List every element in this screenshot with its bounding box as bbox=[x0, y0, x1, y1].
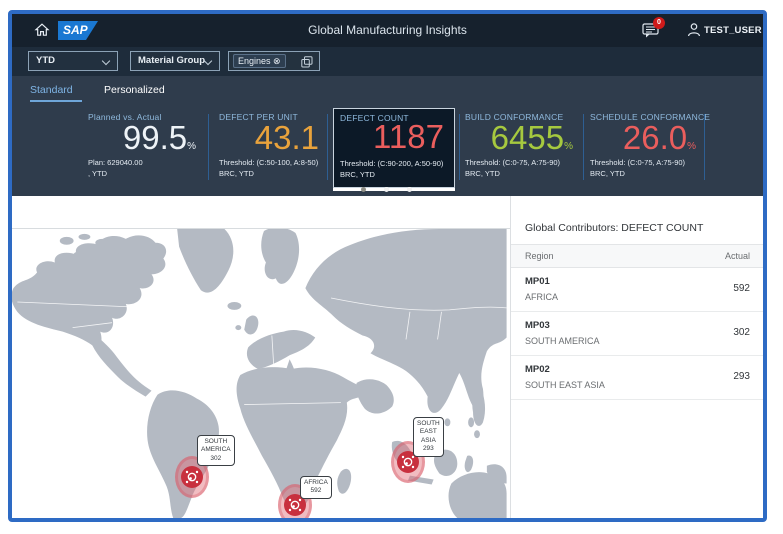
token-input-field[interactable]: Engines ⊗ bbox=[228, 51, 320, 71]
kpi-subline2: BRC, YTD bbox=[465, 169, 500, 178]
kpi-value: 6455 bbox=[491, 119, 564, 156]
tile-divider bbox=[459, 114, 460, 180]
contributors-panel: Global Contributors: DEFECT COUNT Region… bbox=[510, 196, 763, 518]
carousel-dots bbox=[361, 187, 421, 193]
period-value: YTD bbox=[36, 52, 55, 70]
tile-divider bbox=[704, 114, 705, 180]
kpi-band: Standard Personalized Planned vs. Actual… bbox=[12, 76, 763, 196]
material-group-value: Material Group bbox=[138, 52, 205, 70]
map-toolbar: Global / ALL bbox=[12, 196, 510, 228]
tile-divider bbox=[327, 114, 328, 180]
kpi-value: 1187 bbox=[373, 118, 444, 155]
kpi-subline2: , YTD bbox=[88, 169, 107, 178]
kpi-subline2: BRC, YTD bbox=[590, 169, 625, 178]
world-map[interactable]: SOUTH AMERICA 302 AFRICA 592 SOUTH EAST … bbox=[12, 229, 510, 518]
notification-badge: 0 bbox=[653, 17, 665, 29]
kpi-value: 43.1 bbox=[255, 119, 319, 156]
user-name[interactable]: TEST_USER bbox=[704, 25, 762, 36]
kpi-unit: % bbox=[187, 141, 196, 152]
tile-divider bbox=[583, 114, 584, 180]
shell-header: SAP Global Manufacturing Insights 0 TEST… bbox=[12, 14, 763, 47]
app-window: SAP Global Manufacturing Insights 0 TEST… bbox=[8, 10, 767, 522]
panel-title: Global Contributors: DEFECT COUNT bbox=[525, 222, 703, 234]
kpi-tile-build-conformance[interactable]: BUILD CONFORMANCE 6455% Threshold: (C:0-… bbox=[465, 112, 577, 184]
period-dropdown[interactable]: YTD bbox=[28, 51, 118, 71]
map-label-africa[interactable]: AFRICA 592 bbox=[300, 476, 332, 499]
map-label-value: 302 bbox=[201, 455, 231, 463]
token-label: Engines bbox=[238, 56, 271, 66]
column-region: Region bbox=[525, 251, 554, 261]
kpi-tile-defect-per-unit[interactable]: DEFECT PER UNIT 43.1 Threshold: (C:50-10… bbox=[219, 112, 323, 184]
tab-standard[interactable]: Standard bbox=[30, 84, 73, 96]
value-help-icon[interactable] bbox=[301, 56, 313, 68]
kpi-tile-planned-vs-actual[interactable]: Planned vs. Actual 99.5% Plan: 629040.00… bbox=[88, 112, 200, 184]
carousel-dot[interactable] bbox=[361, 187, 366, 192]
kpi-subline1: Threshold: (C:50-100, A:8-50) bbox=[219, 158, 318, 167]
kpi-subline2: BRC, YTD bbox=[219, 169, 254, 178]
carousel-dot[interactable] bbox=[407, 187, 412, 192]
token-remove-icon[interactable]: ⊗ bbox=[273, 56, 281, 66]
kpi-unit: % bbox=[687, 141, 696, 152]
chevron-down-icon bbox=[102, 57, 110, 65]
kpi-value: 26.0 bbox=[623, 119, 687, 156]
kpi-value: 99.5 bbox=[123, 119, 187, 156]
table-row[interactable]: MP02 SOUTH EAST ASIA 293 bbox=[511, 356, 764, 400]
filter-token[interactable]: Engines ⊗ bbox=[233, 54, 286, 68]
defect-marker-icon[interactable] bbox=[181, 466, 203, 488]
kpi-tile-defect-count-selected[interactable]: DEFECT COUNT 1187 Threshold: (C:90-200, … bbox=[333, 108, 455, 188]
kpi-subline1: Plan: 629040.00 bbox=[88, 158, 143, 167]
world-map-svg bbox=[12, 229, 510, 518]
active-tab-underline bbox=[30, 100, 82, 102]
tile-divider bbox=[208, 114, 209, 180]
map-label-value: 293 bbox=[417, 445, 440, 453]
table-row[interactable]: MP01 AFRICA 592 bbox=[511, 268, 764, 312]
kpi-tile-schedule-conformance[interactable]: SCHEDULE CONFORMANCE 26.0% Threshold: (C… bbox=[590, 112, 700, 184]
map-label-value: 592 bbox=[304, 487, 328, 495]
carousel-dot[interactable] bbox=[384, 187, 389, 192]
kpi-subline1: Threshold: (C:0-75, A:75-90) bbox=[590, 158, 685, 167]
tab-personalized[interactable]: Personalized bbox=[104, 84, 165, 96]
kpi-unit: % bbox=[564, 141, 573, 152]
kpi-subline1: Threshold: (C:90-200, A:50-90) bbox=[340, 159, 443, 168]
kpi-subline1: Threshold: (C:0-75, A:75-90) bbox=[465, 158, 560, 167]
table-row[interactable]: MP03 SOUTH AMERICA 302 bbox=[511, 312, 764, 356]
material-group-dropdown[interactable]: Material Group bbox=[130, 51, 220, 71]
filter-bar: YTD Material Group Engines ⊗ bbox=[12, 47, 763, 76]
map-label-south-east-asia[interactable]: SOUTH EAST ASIA 293 bbox=[413, 417, 444, 457]
kpi-subline2: BRC, YTD bbox=[340, 170, 375, 179]
map-label-south-america[interactable]: SOUTH AMERICA 302 bbox=[197, 435, 235, 466]
table-header: Region Actual bbox=[511, 244, 764, 268]
user-icon[interactable] bbox=[686, 22, 702, 38]
column-actual: Actual bbox=[725, 251, 750, 261]
